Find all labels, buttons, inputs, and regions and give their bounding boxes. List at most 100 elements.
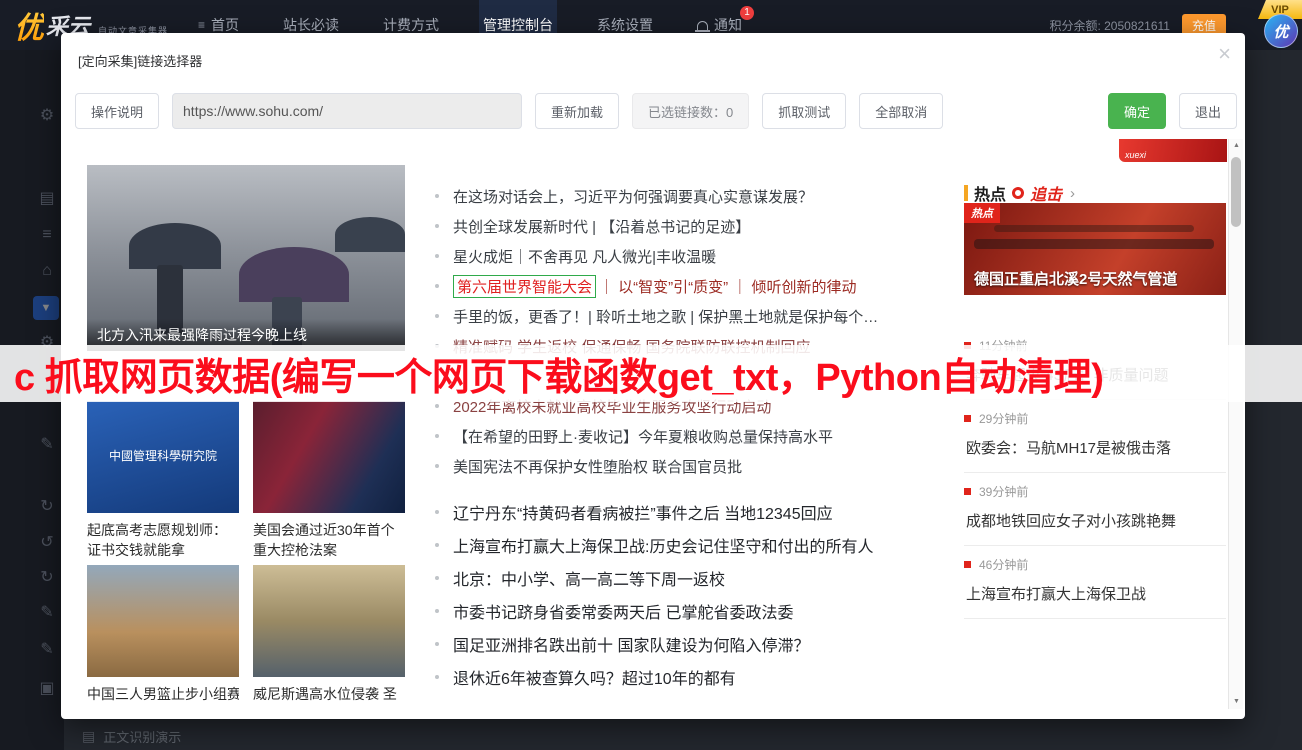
hot-section-header[interactable]: 热点 追击 › xyxy=(964,181,1075,205)
close-icon[interactable]: × xyxy=(1218,43,1231,65)
featured-caption: 德国正重启北溪2号天然气管道 xyxy=(974,268,1177,289)
news-link-text: 【在希望的田野上·麦收记】今年夏粮收购总量保持高水平 xyxy=(453,426,833,447)
confirm-button[interactable]: 确定 xyxy=(1108,93,1166,129)
bullet-icon xyxy=(435,254,439,258)
hot-news-title: 欧委会：马航MH17是被俄击落 xyxy=(966,437,1226,458)
capture-test-button[interactable]: 抓取测试 xyxy=(762,93,846,129)
hot-news-item[interactable]: 46分钟前 上海宣布打赢大上海保卫战 xyxy=(964,546,1226,619)
news-link[interactable]: 在这场对话会上，习近平为何强调要真心实意谋发展？ xyxy=(435,181,995,211)
news-link[interactable]: 共创全球发展新时代 | 【沿着总书记的足迹】 xyxy=(435,211,995,241)
news-list-primary: 在这场对话会上，习近平为何强调要真心实意谋发展？ 共创全球发展新时代 | 【沿着… xyxy=(435,181,995,481)
news-thumbnail: 中國管理科學研究院 xyxy=(87,401,239,513)
news-thumbnail xyxy=(253,401,405,513)
photo-caption: 中国三人男篮止步小组赛 xyxy=(87,684,239,704)
bullet-icon xyxy=(435,642,439,646)
notification-badge: 1 xyxy=(740,6,754,20)
bullet-icon xyxy=(435,675,439,679)
main-news-photo[interactable]: 北方入汛来最强降雨过程今晚上线 xyxy=(87,165,405,351)
news-link-text: 美国宪法不再保护女性堕胎权 联合国官员批 xyxy=(453,456,742,477)
hot-label-badge: 热点 xyxy=(964,203,1000,223)
news-link[interactable]: 第六届世界智能大会 ｜ 以“智变”引“质变” ｜ 倾听创新的律动 xyxy=(435,271,995,301)
photo-news-card[interactable]: 中国三人男篮止步小组赛 xyxy=(87,565,239,704)
scrollbar[interactable]: ▲ ▼ xyxy=(1228,139,1243,709)
bullet-icon xyxy=(435,464,439,468)
news-link-text: 上海宣布打赢大上海保卫战:历史会记住坚守和付出的所有人 xyxy=(453,533,873,557)
bell-icon xyxy=(697,21,708,30)
pipeline-shape xyxy=(974,239,1214,249)
watermark-text: c 抓取网页数据(编写一个网页下载函数get_txt，Python自动清理) xyxy=(14,346,1103,401)
photo-caption: 起底高考志愿规划师：证书交钱就能拿 xyxy=(87,520,239,561)
news-link[interactable]: 退休近6年被查算久吗？超过10年的都有 xyxy=(435,660,995,693)
umbrella-shape xyxy=(335,217,405,252)
bullet-icon xyxy=(435,434,439,438)
news-link[interactable]: 美国宪法不再保护女性堕胎权 联合国官员批 xyxy=(435,451,995,481)
bullet-icon xyxy=(435,576,439,580)
nav-item-label: 管理控制台 xyxy=(483,15,553,35)
reload-button[interactable]: 重新加载 xyxy=(535,93,619,129)
scroll-down-icon[interactable]: ▼ xyxy=(1229,695,1244,709)
bullet-icon xyxy=(435,543,439,547)
target-icon xyxy=(1012,187,1024,199)
bullet-icon xyxy=(435,314,439,318)
selected-count-badge: 已选链接数：0 xyxy=(632,93,749,129)
hot-title: 热点 xyxy=(974,181,1006,205)
hot-news-title: 上海宣布打赢大上海保卫战 xyxy=(966,583,1226,604)
news-link-text: 共创全球发展新时代 | 【沿着总书记的足迹】 xyxy=(453,216,750,237)
news-link[interactable]: 市委书记跻身省委常委两天后 已掌舵省委政法委 xyxy=(435,594,995,627)
bullet-icon xyxy=(435,224,439,228)
hot-news-item[interactable]: 39分钟前 成都地铁回应女子对小孩跳艳舞 xyxy=(964,473,1226,546)
photo-news-card[interactable]: 威尼斯遇高水位侵袭 圣 xyxy=(253,565,405,704)
news-thumbnail xyxy=(87,565,239,677)
news-thumbnail xyxy=(253,565,405,677)
umbrella-shape xyxy=(239,247,349,302)
news-link[interactable]: 星火成炬｜不舍再见 凡人微光|丰收温暖 xyxy=(435,241,995,271)
square-bullet-icon xyxy=(964,488,971,495)
photo-news-card[interactable]: 中國管理科學研究院 起底高考志愿规划师：证书交钱就能拿 xyxy=(87,401,239,561)
news-link-text: 退休近6年被查算久吗？超过10年的都有 xyxy=(453,665,736,689)
square-bullet-icon xyxy=(964,415,971,422)
news-link-text: 手里的饭，更香了！| 聆听土地之歌 | 保护黑土地就是保护每个… xyxy=(453,306,878,327)
news-link[interactable]: 国足亚洲排名跌出前十 国家队建设为何陷入停滞？ xyxy=(435,627,995,660)
nav-item-label: 首页 xyxy=(211,15,239,35)
news-timestamp: 29分钟前 xyxy=(979,410,1028,427)
nav-item-label: 系统设置 xyxy=(597,15,653,35)
embedded-webpage: xuexi 北方入汛来最强降雨过程今晚上线 中國管理科學研究院 起底高考志愿规划… xyxy=(87,139,1227,709)
corner-logo: 优 xyxy=(1264,14,1298,48)
news-link-text: ｜ 以“智变”引“质变” ｜ 倾听创新的律动 xyxy=(599,276,857,297)
watermark-banner: c 抓取网页数据(编写一个网页下载函数get_txt，Python自动清理) xyxy=(0,345,1302,402)
umbrella-shape xyxy=(129,223,221,269)
news-link[interactable]: 【在希望的田野上·麦收记】今年夏粮收购总量保持高水平 xyxy=(435,421,995,451)
hot-news-title: 成都地铁回应女子对小孩跳艳舞 xyxy=(966,510,1226,531)
bullet-icon xyxy=(435,510,439,514)
exit-button[interactable]: 退出 xyxy=(1179,93,1237,129)
news-link[interactable]: 辽宁丹东“持黄码者看病被拦”事件之后 当地12345回应 xyxy=(435,495,995,528)
bullet-icon xyxy=(435,404,439,408)
promo-banner[interactable]: xuexi xyxy=(1119,139,1227,162)
section-bar-icon xyxy=(964,185,968,201)
cancel-all-button[interactable]: 全部取消 xyxy=(859,93,943,129)
photo-news-card[interactable]: 美国会通过近30年首个重大控枪法案 xyxy=(253,401,405,561)
scroll-up-icon[interactable]: ▲ xyxy=(1229,139,1244,153)
selected-link-highlight: 第六届世界智能大会 xyxy=(453,275,596,298)
url-input[interactable] xyxy=(172,93,522,129)
pipeline-shape xyxy=(994,225,1194,232)
scrollbar-thumb[interactable] xyxy=(1231,157,1241,227)
chevron-right-icon: › xyxy=(1070,185,1075,202)
news-link-text: 辽宁丹东“持黄码者看病被拦”事件之后 当地12345回应 xyxy=(453,500,833,524)
bullet-icon xyxy=(435,194,439,198)
news-link-text: 国足亚洲排名跌出前十 国家队建设为何陷入停滞？ xyxy=(453,632,809,656)
news-link-text: 市委书记跻身省委常委两天后 已掌舵省委政法委 xyxy=(453,599,793,623)
news-link[interactable]: 上海宣布打赢大上海保卫战:历史会记住坚守和付出的所有人 xyxy=(435,528,995,561)
news-link[interactable]: 手里的饭，更香了！| 聆听土地之歌 | 保护黑土地就是保护每个… xyxy=(435,301,995,331)
nav-item-label: 计费方式 xyxy=(383,15,439,35)
hot-news-item[interactable]: 29分钟前 欧委会：马航MH17是被俄击落 xyxy=(964,400,1226,473)
news-link[interactable]: 北京：中小学、高一高二等下周一返校 xyxy=(435,561,995,594)
thumbnail-label: 中國管理科學研究院 xyxy=(101,447,225,466)
hot-title-accent: 追击 xyxy=(1030,181,1062,205)
menu-lines-icon: ≡ xyxy=(198,18,205,32)
nav-item-label: 通知 xyxy=(714,15,742,35)
photo-caption: 威尼斯遇高水位侵袭 圣 xyxy=(253,684,405,704)
help-button[interactable]: 操作说明 xyxy=(75,93,159,129)
featured-news-card[interactable]: 热点 德国正重启北溪2号天然气管道 xyxy=(964,203,1226,295)
nav-item-label: 站长必读 xyxy=(283,15,339,35)
